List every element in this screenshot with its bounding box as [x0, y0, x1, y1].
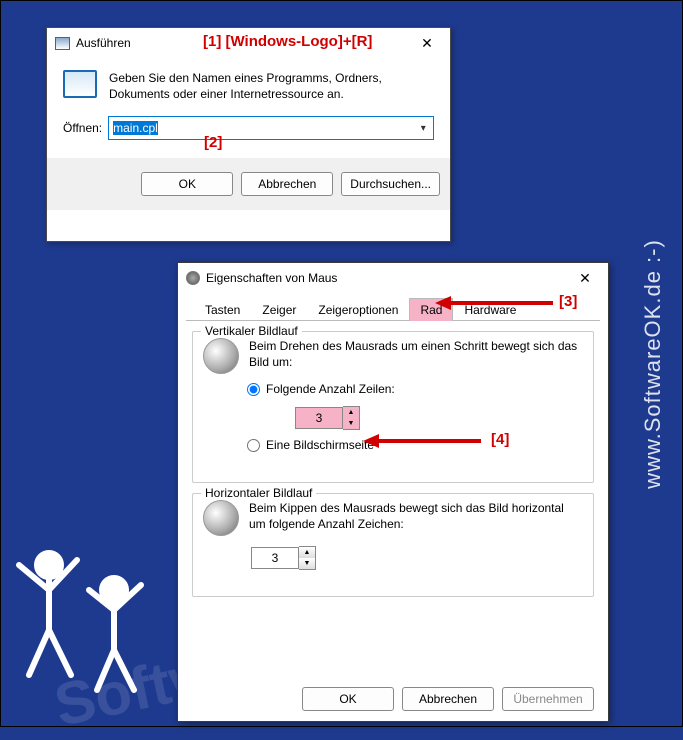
- open-combobox[interactable]: ▾: [108, 116, 434, 140]
- horizontal-legend: Horizontaler Bildlauf: [201, 486, 316, 500]
- tab-pointer-options[interactable]: Zeigeroptionen: [307, 298, 409, 321]
- browse-button[interactable]: Durchsuchen...: [341, 172, 440, 196]
- wheel-icon: [203, 338, 239, 374]
- radio-page-label: Eine Bildschirmseite: [266, 438, 374, 452]
- tab-buttons[interactable]: Tasten: [194, 298, 251, 321]
- mouse-properties-dialog: Eigenschaften von Maus ✕ Tasten Zeiger Z…: [177, 262, 609, 722]
- tab-hardware[interactable]: Hardware: [453, 298, 527, 321]
- horizontal-desc: Beim Kippen des Mausrads bewegt sich das…: [249, 500, 583, 536]
- run-dialog: Ausführen ✕ Geben Sie den Namen eines Pr…: [46, 27, 451, 242]
- mouse-titlebar: Eigenschaften von Maus ✕: [178, 263, 608, 293]
- apply-button[interactable]: Übernehmen: [502, 687, 594, 711]
- radio-lines[interactable]: [247, 383, 260, 396]
- open-input[interactable]: [113, 121, 417, 135]
- lines-spinner: ▲ ▼: [295, 406, 583, 430]
- radio-page[interactable]: [247, 439, 260, 452]
- lines-up-button[interactable]: ▲: [343, 407, 359, 418]
- vertical-scroll-group: Vertikaler Bildlauf Beim Drehen des Maus…: [192, 331, 594, 483]
- chars-spinner: ▲ ▼: [251, 546, 583, 570]
- ok-button[interactable]: OK: [141, 172, 233, 196]
- annotation-3: [3]: [559, 293, 577, 310]
- tab-wheel[interactable]: Rad: [409, 298, 453, 321]
- annotation-2: [2]: [204, 134, 222, 151]
- annotation-4: [4]: [491, 431, 509, 448]
- lines-down-button[interactable]: ▼: [343, 418, 359, 429]
- close-icon[interactable]: ✕: [570, 263, 600, 293]
- mouse-tabbar: Tasten Zeiger Zeigeroptionen Rad Hardwar…: [186, 293, 600, 321]
- cancel-button[interactable]: Abbrechen: [402, 687, 494, 711]
- mouse-title: Eigenschaften von Maus: [206, 271, 337, 285]
- mouse-titlebar-icon: [186, 271, 200, 285]
- tab-pointer[interactable]: Zeiger: [251, 298, 307, 321]
- chars-input[interactable]: [251, 547, 299, 569]
- run-app-icon: [63, 70, 97, 98]
- chars-up-button[interactable]: ▲: [299, 547, 315, 558]
- run-title: Ausführen: [76, 36, 131, 50]
- vertical-legend: Vertikaler Bildlauf: [201, 324, 302, 338]
- chevron-down-icon[interactable]: ▾: [417, 123, 429, 134]
- run-button-row: OK Abbrechen Durchsuchen...: [47, 158, 450, 210]
- cancel-button[interactable]: Abbrechen: [241, 172, 333, 196]
- chars-down-button[interactable]: ▼: [299, 558, 315, 569]
- lines-input[interactable]: [295, 407, 343, 429]
- wheel-icon: [203, 500, 239, 536]
- run-description: Geben Sie den Namen eines Programms, Ord…: [109, 70, 434, 102]
- watermark-vertical: www.SoftwareOK.de :-): [640, 239, 666, 489]
- vertical-desc: Beim Drehen des Mausrads um einen Schrit…: [249, 338, 583, 374]
- close-icon[interactable]: ✕: [412, 28, 442, 58]
- run-titlebar-icon: [55, 37, 70, 50]
- mouse-button-row: OK Abbrechen Übernehmen: [302, 687, 594, 711]
- horizontal-scroll-group: Horizontaler Bildlauf Beim Kippen des Ma…: [192, 493, 594, 597]
- annotation-1: [1] [Windows-Logo]+[R]: [203, 33, 372, 50]
- radio-lines-label: Folgende Anzahl Zeilen:: [266, 382, 395, 396]
- open-label: Öffnen:: [63, 121, 102, 135]
- ok-button[interactable]: OK: [302, 687, 394, 711]
- decorative-figures: [9, 535, 169, 708]
